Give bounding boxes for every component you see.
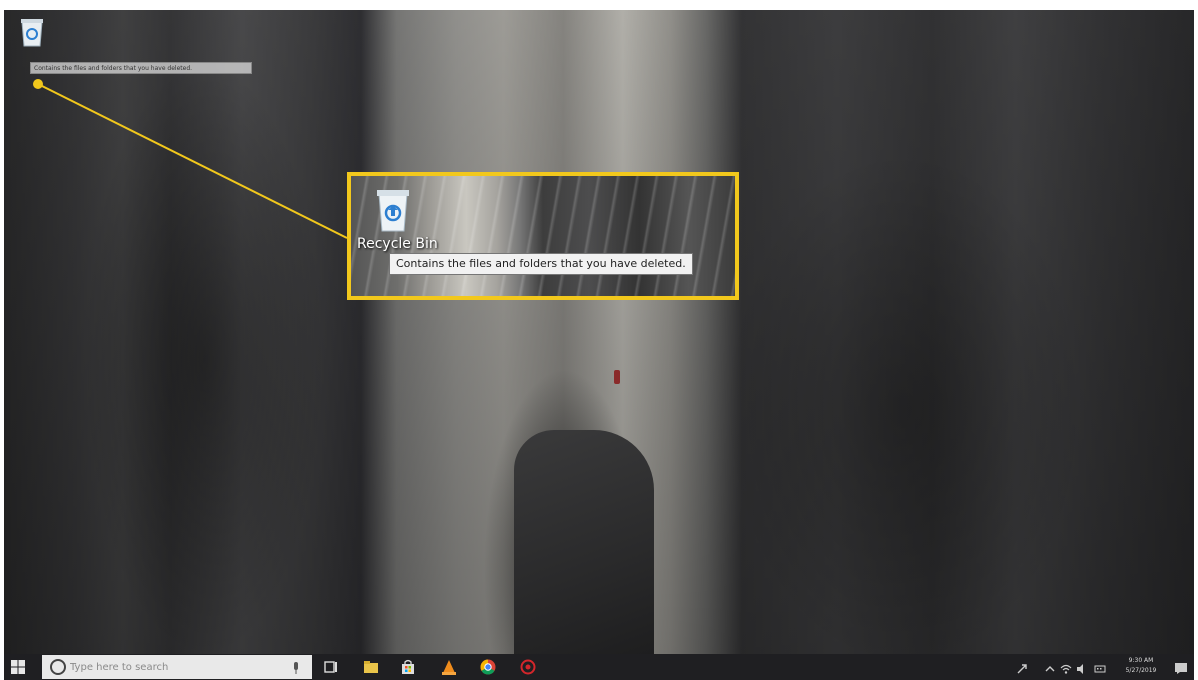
search-input[interactable] [70,655,280,679]
clock-date: 5/27/2019 [1125,667,1157,674]
desktop-screen: Contains the files and folders that you … [4,10,1194,680]
keyboard-icon[interactable] [1094,660,1106,673]
task-view-icon[interactable] [322,658,340,676]
wifi-icon[interactable] [1060,660,1072,674]
chrome-icon[interactable] [479,658,497,676]
volume-icon[interactable] [1076,660,1088,674]
recycle-bin-icon[interactable] [373,186,413,234]
wallpaper-climber [614,370,620,384]
taskbar-clock[interactable]: 9:30 AM 5/27/2019 [1116,656,1166,676]
zoom-highlight-box: Recycle Bin Contains the files and folde… [347,172,739,300]
file-explorer-icon[interactable] [362,658,380,676]
clock-time: 9:30 AM [1128,657,1154,664]
recycle-bin-tooltip: Contains the files and folders that you … [389,253,693,275]
vlc-icon[interactable] [440,658,458,676]
taskbar-search-box[interactable] [42,655,312,679]
store-icon[interactable] [399,658,417,676]
taskbar: 9:30 AM 5/27/2019 [4,654,1194,680]
callout-dot [33,79,43,89]
recycle-bin-label: Recycle Bin [357,236,438,252]
recycle-bin-icon[interactable] [18,16,46,48]
wallpaper-boulder [514,430,654,654]
cortana-icon[interactable] [50,659,66,675]
microphone-icon[interactable] [292,660,300,674]
recycle-bin-tooltip-small: Contains the files and folders that you … [30,62,252,74]
action-center-icon[interactable] [1174,660,1188,674]
chevron-up-icon[interactable] [1044,660,1056,672]
windows-start-icon[interactable] [10,659,26,675]
app-red-icon[interactable] [519,658,537,676]
network-share-icon[interactable] [1016,660,1028,674]
